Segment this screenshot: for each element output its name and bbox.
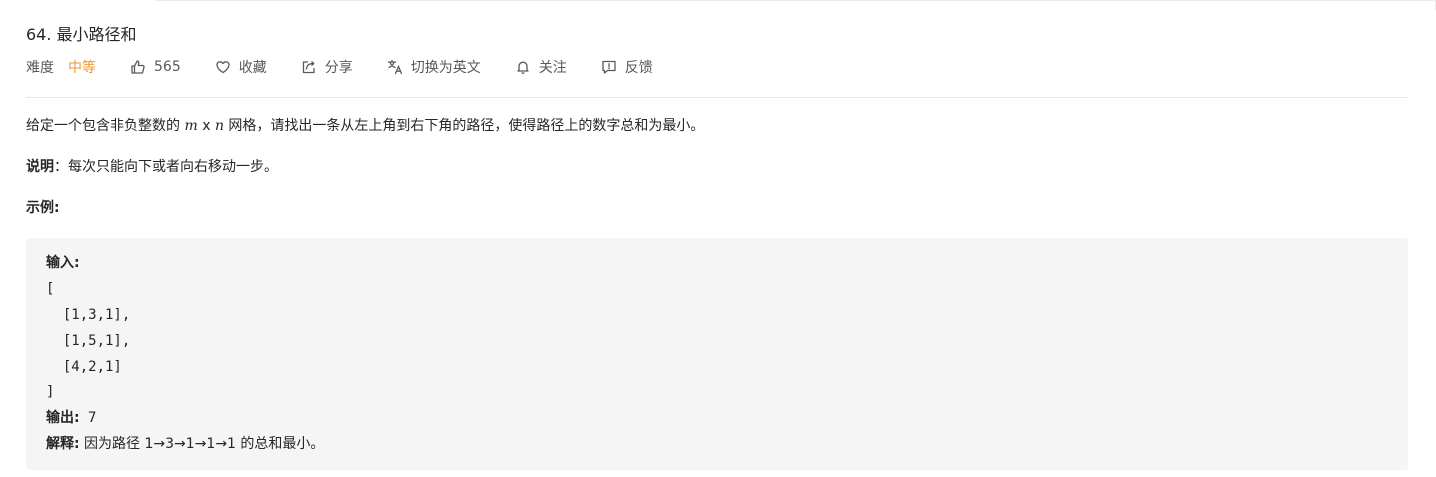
code-line: [4,2,1]	[46, 359, 122, 375]
output-label: 输出:	[46, 410, 80, 426]
switch-language-button[interactable]: 切换为英文	[387, 57, 481, 77]
code-line: ]	[46, 384, 55, 400]
like-button[interactable]: 565	[130, 59, 181, 75]
switch-language-label: 切换为英文	[410, 60, 481, 76]
description-text-after: 网格，请找出一条从左上角到右下角的路径，使得路径上的数字总和为最小。	[228, 118, 705, 134]
note-text: ：每次只能向下或者向右移动一步。	[54, 159, 278, 175]
example-heading: 示例:	[26, 200, 60, 216]
code-line: [	[46, 281, 55, 297]
output-value: 7	[79, 410, 97, 426]
follow-label: 关注	[538, 60, 567, 76]
favorite-label: 收藏	[238, 60, 267, 76]
problem-note: 说明：每次只能向下或者向右移动一步。	[26, 157, 278, 177]
code-line: [1,5,1],	[46, 333, 131, 349]
problem-description: 给定一个包含非负整数的 m x n 网格，请找出一条从左上角到右下角的路径，使得…	[26, 116, 704, 136]
feedback-button[interactable]: 反馈	[601, 57, 653, 77]
difficulty: 难度 中等	[26, 57, 96, 77]
share-icon	[302, 61, 315, 74]
like-count: 565	[154, 59, 181, 75]
explanation-label: 解释:	[46, 436, 80, 452]
feedback-label: 反馈	[624, 60, 653, 76]
problem-title: 64. 最小路径和	[26, 25, 137, 44]
code-line: [1,3,1],	[46, 307, 131, 323]
share-label: 分享	[324, 60, 353, 76]
description-text-before: 给定一个包含非负整数的	[26, 118, 180, 134]
explanation-line: 解释: 因为路径 1→3→1→1→1 的总和最小。	[46, 434, 324, 454]
heart-icon	[216, 61, 230, 74]
problem-meta-bar: 难度 中等 565 收藏 分享 切换为英文 关注 反馈	[26, 57, 687, 77]
note-label: 说明	[26, 159, 54, 175]
m-variable: m	[184, 118, 198, 134]
difficulty-value: 中等	[68, 60, 96, 76]
header-border	[155, 0, 1436, 1]
title-divider	[26, 97, 1408, 98]
follow-button[interactable]: 关注	[515, 57, 567, 77]
input-label: 输入:	[46, 255, 80, 271]
example-code-block: 输入: [ [1,3,1], [1,5,1], [4,2,1] ] 输出: 7 …	[26, 238, 1408, 470]
input-line: 输入:	[46, 253, 80, 273]
bell-icon	[517, 61, 529, 74]
explanation-text: 因为路径 1→3→1→1→1 的总和最小。	[79, 436, 325, 452]
feedback-icon	[602, 60, 616, 74]
favorite-button[interactable]: 收藏	[215, 57, 267, 77]
translate-icon	[387, 59, 402, 75]
output-line: 输出: 7	[46, 408, 96, 428]
times-symbol: x	[202, 118, 211, 134]
share-button[interactable]: 分享	[301, 57, 353, 77]
thumbs-up-icon	[131, 60, 145, 74]
difficulty-label: 难度	[26, 60, 54, 76]
n-variable: n	[214, 118, 224, 134]
